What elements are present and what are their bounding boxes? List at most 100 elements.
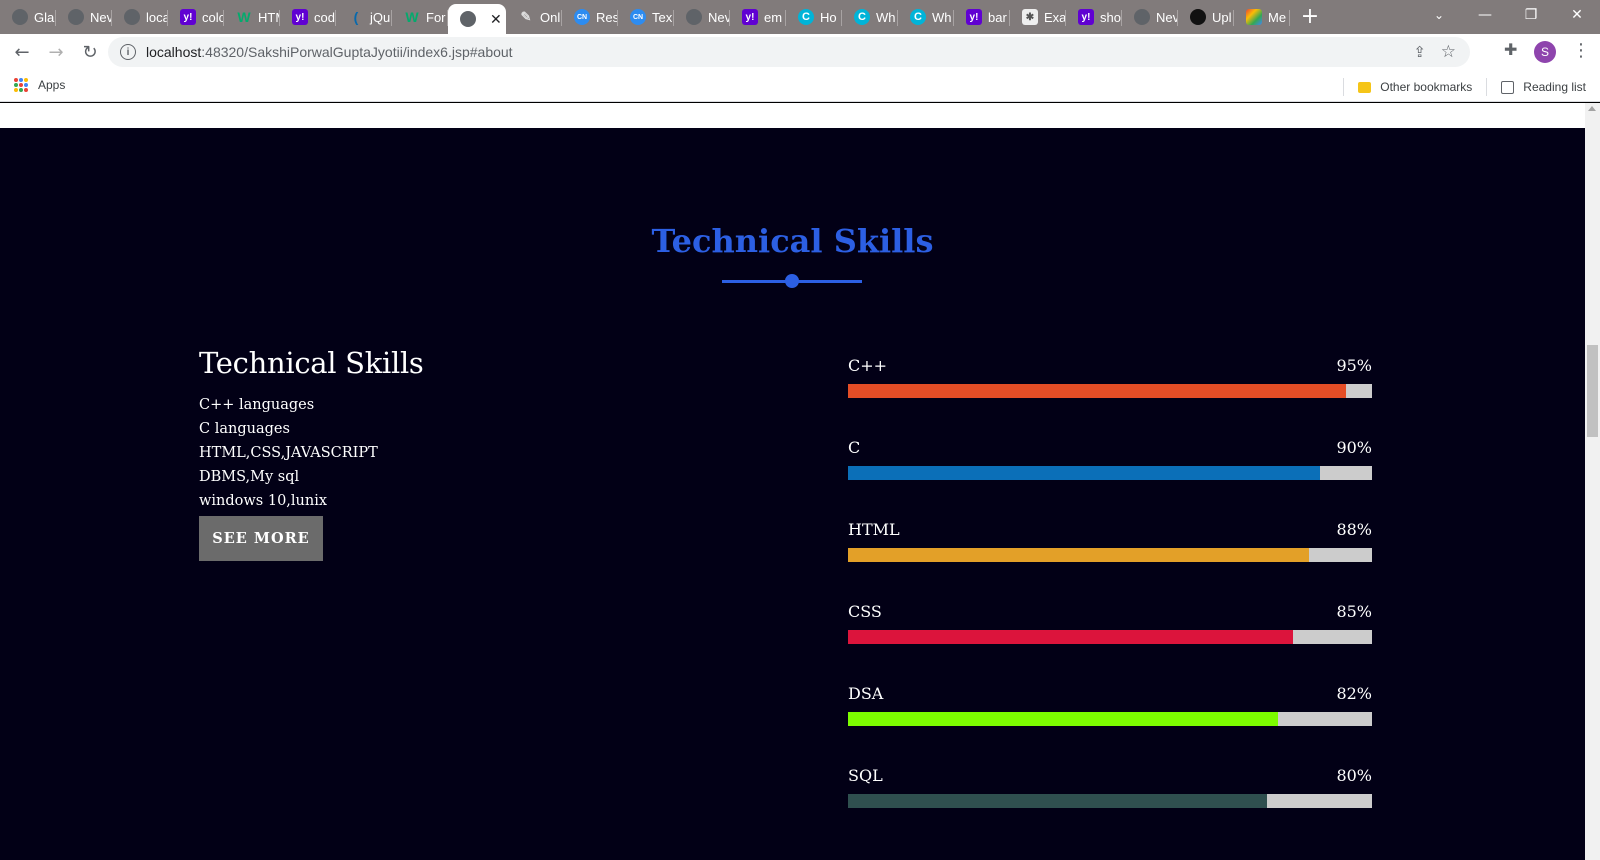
skill-bar-header: SQL 80% — [848, 766, 1372, 790]
tab[interactable]: y! colo — [168, 0, 224, 34]
bookmark-star-icon[interactable]: ☆ — [1441, 42, 1456, 62]
skill-name: CSS — [848, 602, 882, 621]
skill-list-item: C languages — [199, 421, 290, 437]
tab-title: Wh — [876, 9, 896, 25]
globe-icon — [68, 9, 84, 25]
tab[interactable]: C Ho — [786, 0, 842, 34]
tab[interactable]: CN Res — [562, 0, 618, 34]
forward-icon[interactable]: → — [40, 36, 72, 68]
skill-list-item: C++ languages — [199, 397, 315, 413]
reading-list-icon — [1501, 80, 1515, 94]
tab-title: Tex — [652, 9, 673, 25]
tab[interactable]: Me — [1234, 0, 1290, 34]
tab[interactable]: y! cod — [280, 0, 336, 34]
tab[interactable]: ✎ Onl — [506, 0, 562, 34]
skill-bar-row: C 90% — [848, 438, 1372, 520]
new-tab-button[interactable]: + — [1290, 0, 1330, 34]
menu-icon[interactable]: ⋮ — [1572, 40, 1590, 61]
tab-search-icon[interactable]: ⌄ — [1424, 0, 1454, 30]
bookmarks-bar: Apps Other bookmarks Reading list — [0, 70, 1600, 102]
tab-title: Nev — [708, 9, 730, 25]
github-icon — [1190, 9, 1206, 25]
site-info-icon[interactable]: i — [120, 44, 136, 60]
reload-icon[interactable]: ↻ — [74, 36, 106, 68]
skill-bar-row: HTML 88% — [848, 520, 1372, 602]
skill-name: HTML — [848, 520, 900, 539]
skill-bar-row: C++ 95% — [848, 356, 1372, 438]
reading-list[interactable]: Reading list — [1523, 80, 1586, 94]
tab[interactable]: Nev — [674, 0, 730, 34]
other-bookmarks[interactable]: Other bookmarks — [1380, 80, 1472, 94]
bookmarks-separator — [1343, 78, 1345, 96]
globe-icon — [124, 9, 140, 25]
skill-bar-row: CSS 85% — [848, 602, 1372, 684]
skill-list: C++ languages C languages HTML,CSS,JAVASCR… — [199, 393, 424, 513]
skill-list-item: DBMS,My sql — [199, 469, 300, 485]
scrollbar-thumb[interactable] — [1587, 345, 1598, 437]
tab-title: Res — [596, 9, 618, 25]
skill-name: C — [848, 438, 861, 457]
tab[interactable]: y! bar — [954, 0, 1010, 34]
close-window-icon[interactable]: ✕ — [1554, 0, 1600, 30]
apps-grid-icon — [14, 78, 28, 92]
see-more-button[interactable]: SEE MORE — [199, 516, 323, 561]
restore-icon[interactable]: ❐ — [1508, 0, 1554, 30]
tab[interactable]: Nev — [56, 0, 112, 34]
tab[interactable]: W For — [392, 0, 448, 34]
close-tab-icon[interactable]: ✕ — [490, 11, 502, 28]
meet-icon — [1246, 9, 1262, 25]
scroll-up-icon[interactable] — [1588, 106, 1596, 111]
progress-track — [848, 548, 1372, 562]
skill-percent: 85% — [1336, 602, 1372, 621]
tab[interactable]: y! em — [730, 0, 786, 34]
skill-percent: 95% — [1336, 356, 1372, 375]
page-viewport: Technical Skills Technical Skills C++ la… — [0, 103, 1585, 860]
tab[interactable]: W HTM — [224, 0, 280, 34]
progress-fill — [848, 794, 1268, 808]
c-icon: C — [854, 9, 870, 25]
skill-name: DSA — [848, 684, 884, 703]
tab[interactable]: CN Tex — [618, 0, 674, 34]
skill-name: SQL — [848, 766, 883, 785]
tab[interactable]: C Wh — [898, 0, 954, 34]
skill-name: C++ — [848, 356, 888, 375]
back-icon[interactable]: ← — [6, 36, 38, 68]
share-icon[interactable]: ⇪ — [1413, 43, 1426, 61]
tab[interactable]: Gla — [0, 0, 56, 34]
w3schools-icon: W — [237, 9, 251, 25]
tab-title: Me — [1268, 9, 1287, 25]
minimize-icon[interactable]: — — [1462, 0, 1508, 30]
tab[interactable]: y! sho — [1066, 0, 1122, 34]
c-icon: C — [798, 9, 814, 25]
codingninjas-icon: CN — [574, 9, 590, 25]
tab-active[interactable]: ✕ — [448, 4, 506, 34]
tab[interactable]: Nev — [1122, 0, 1178, 34]
tab[interactable]: loca — [112, 0, 168, 34]
progress-track — [848, 712, 1372, 726]
example-icon: ✱ — [1022, 9, 1038, 25]
progress-track — [848, 384, 1372, 398]
tab-title: Nev — [1156, 9, 1178, 25]
apps-shortcut[interactable]: Apps — [14, 78, 65, 92]
apps-label: Apps — [38, 78, 66, 92]
globe-icon — [1134, 9, 1150, 25]
page-scrollbar[interactable] — [1585, 103, 1600, 860]
progress-fill — [848, 712, 1278, 726]
skills-summary: Technical Skills C++ languages C language… — [199, 346, 424, 561]
tab[interactable]: C Wh — [842, 0, 898, 34]
tab[interactable]: Upl — [1178, 0, 1234, 34]
address-bar[interactable]: i localhost:48320/SakshiPorwalGuptaJyoti… — [108, 37, 1470, 67]
tab[interactable]: ✱ Exa — [1010, 0, 1066, 34]
tab[interactable]: (jQu — [336, 0, 392, 34]
skill-bars: C++ 95% C 90% HTML 88% CSS 85% DSA 82% SQL 80% — [848, 356, 1372, 848]
yahoo-icon: y! — [292, 9, 308, 25]
yahoo-icon: y! — [966, 9, 982, 25]
progress-fill — [848, 384, 1346, 398]
tab-title: Ho — [820, 9, 837, 25]
extensions-icon[interactable]: ✚ — [1504, 40, 1517, 59]
tab-title: Onl — [540, 9, 561, 25]
url-host: localhost — [146, 44, 202, 60]
profile-avatar[interactable]: S — [1534, 41, 1556, 63]
progress-fill — [848, 630, 1294, 644]
skill-list-item: windows 10,lunix — [199, 493, 328, 509]
